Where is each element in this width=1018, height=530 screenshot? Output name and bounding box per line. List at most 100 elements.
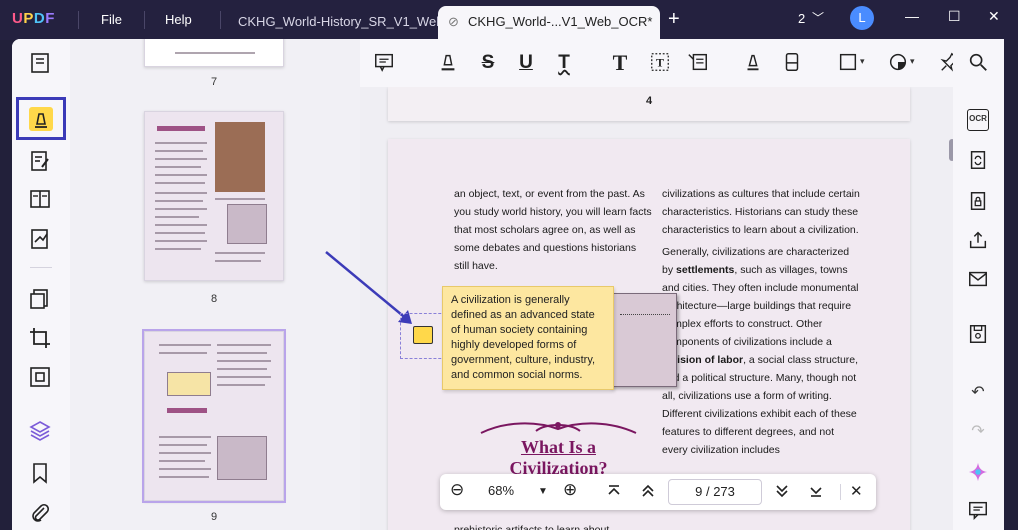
window-count[interactable]: 2 — [798, 11, 805, 26]
chevron-down-icon[interactable]: ▾ — [860, 56, 865, 67]
textbox-icon[interactable]: T — [648, 51, 672, 75]
page-thumbnail-9[interactable] — [142, 329, 286, 503]
strikethrough-icon[interactable]: S — [476, 51, 500, 75]
ocr-icon[interactable]: OCR — [967, 109, 989, 131]
tab-label: CKHG_World-History_SR_V1_Web — [238, 14, 444, 29]
thumb-line — [159, 352, 207, 354]
thumb-line — [159, 460, 205, 462]
thumb-heading — [167, 408, 207, 413]
pencil-icon[interactable] — [741, 51, 765, 75]
close-window-button[interactable]: ✕ — [988, 8, 1000, 25]
term-settlements: settlements — [676, 264, 735, 276]
unlink-icon: ⊘ — [448, 14, 459, 29]
tab-label: CKHG_World-...V1_Web_OCR* — [468, 14, 653, 29]
menu-help[interactable]: Help — [165, 12, 192, 27]
squiggly-icon[interactable]: T — [552, 51, 576, 75]
next-page-button[interactable] — [774, 483, 790, 502]
bookmark-icon[interactable] — [28, 461, 52, 485]
thumb-line — [155, 158, 207, 160]
text-icon[interactable]: T — [608, 51, 632, 75]
page-separator: / — [705, 484, 710, 499]
section-heading: What Is a Civilization? — [509, 437, 608, 478]
comment-tool-active[interactable] — [16, 97, 66, 140]
organize-icon[interactable] — [28, 287, 52, 311]
chevron-down-icon[interactable]: ▾ — [910, 56, 915, 67]
thumb-line — [155, 182, 205, 184]
thumb-line — [217, 360, 271, 362]
reader-icon[interactable] — [28, 51, 52, 75]
thumb-line — [155, 240, 207, 242]
zoom-out-button[interactable]: ⊖ — [450, 480, 464, 500]
chevron-down-icon[interactable]: ﹀ — [812, 9, 824, 26]
thumb-page-number: 9 — [210, 511, 218, 523]
page-4-bottom: 4 — [388, 87, 910, 121]
annotation-toolbar: S U T T T ▾ ▾ — [360, 39, 960, 87]
page-thumbnail-7[interactable] — [144, 39, 284, 67]
thumb-heading — [157, 126, 205, 131]
note-icon — [413, 326, 433, 344]
thumb-line — [155, 224, 207, 226]
form-icon[interactable] — [28, 187, 52, 211]
last-page-button[interactable] — [808, 483, 824, 502]
save-icon[interactable] — [967, 323, 989, 345]
thumb-line — [159, 436, 211, 438]
menu-file[interactable]: File — [101, 12, 122, 27]
chat-icon[interactable] — [967, 499, 989, 521]
zoom-level[interactable]: 68% — [488, 483, 514, 498]
thumb-page-number: 8 — [210, 293, 218, 305]
new-tab-button[interactable]: + — [668, 8, 680, 31]
thumb-image — [215, 122, 265, 192]
highlight-icon[interactable] — [436, 51, 460, 75]
email-icon[interactable] — [967, 268, 989, 290]
close-navigation-button[interactable]: ✕ — [850, 482, 863, 500]
attachment-icon[interactable] — [28, 501, 52, 525]
chevron-down-icon[interactable]: ▼ — [538, 486, 548, 497]
logo-letter: D — [33, 10, 46, 27]
user-avatar[interactable]: L — [850, 6, 874, 30]
left-column: an object, text, or event from the past.… — [454, 185, 654, 279]
convert-icon[interactable] — [967, 149, 989, 171]
thumb-callout — [167, 372, 211, 396]
eraser-icon[interactable] — [780, 51, 804, 75]
sticky-note-annotation[interactable] — [400, 313, 446, 359]
tab-world-history-ocr[interactable]: ⊘ CKHG_World-...V1_Web_OCR* — [438, 6, 660, 40]
edit-icon[interactable] — [28, 149, 52, 173]
callout-icon[interactable] — [686, 51, 710, 75]
page-input[interactable]: 9 / 273 — [668, 479, 762, 505]
underline-icon[interactable]: U — [514, 51, 538, 75]
sign-icon[interactable] — [28, 227, 52, 251]
sticky-note-icon[interactable] — [372, 51, 396, 75]
share-icon[interactable] — [967, 229, 989, 251]
protect-icon[interactable] — [967, 190, 989, 212]
paragraph: Generally, civilizations are characteriz… — [662, 243, 862, 459]
total-pages: 273 — [713, 484, 735, 499]
previous-page-button[interactable] — [640, 483, 656, 502]
sticky-note-popup[interactable]: A civilization is generally defined as a… — [442, 286, 614, 390]
comment-icon — [29, 107, 53, 131]
page-number: 4 — [645, 95, 653, 107]
title-separator — [220, 11, 221, 29]
minimize-button[interactable]: — — [905, 8, 919, 24]
dotted-line — [620, 314, 670, 315]
shape-icon[interactable] — [836, 51, 860, 75]
ai-icon[interactable] — [967, 461, 989, 483]
page-thumbnail-8[interactable] — [144, 111, 284, 281]
layers-icon[interactable] — [28, 419, 52, 443]
maximize-button[interactable]: ☐ — [948, 8, 961, 25]
zoom-in-button[interactable]: ⊕ — [563, 480, 577, 500]
compress-icon[interactable] — [28, 365, 52, 389]
redo-icon[interactable]: ↷ — [967, 421, 989, 443]
thumb-line — [215, 252, 265, 254]
tab-world-history[interactable]: CKHG_World-History_SR_V1_Web — [228, 6, 443, 40]
zoombar-divider — [840, 484, 841, 500]
first-page-button[interactable] — [606, 483, 622, 502]
thumb-line — [155, 192, 207, 194]
stamp-icon[interactable] — [886, 51, 910, 75]
thumb-box — [217, 436, 267, 480]
undo-icon[interactable]: ↶ — [967, 382, 989, 404]
thumb-line — [217, 376, 271, 378]
right-sidebar: OCR ↶ ↷ — [953, 39, 1004, 530]
crop-icon[interactable] — [28, 326, 52, 350]
search-icon[interactable] — [967, 51, 989, 73]
page-navigation-bar: ⊖ 68% ▼ ⊕ 9 / 273 ✕ — [440, 474, 876, 510]
